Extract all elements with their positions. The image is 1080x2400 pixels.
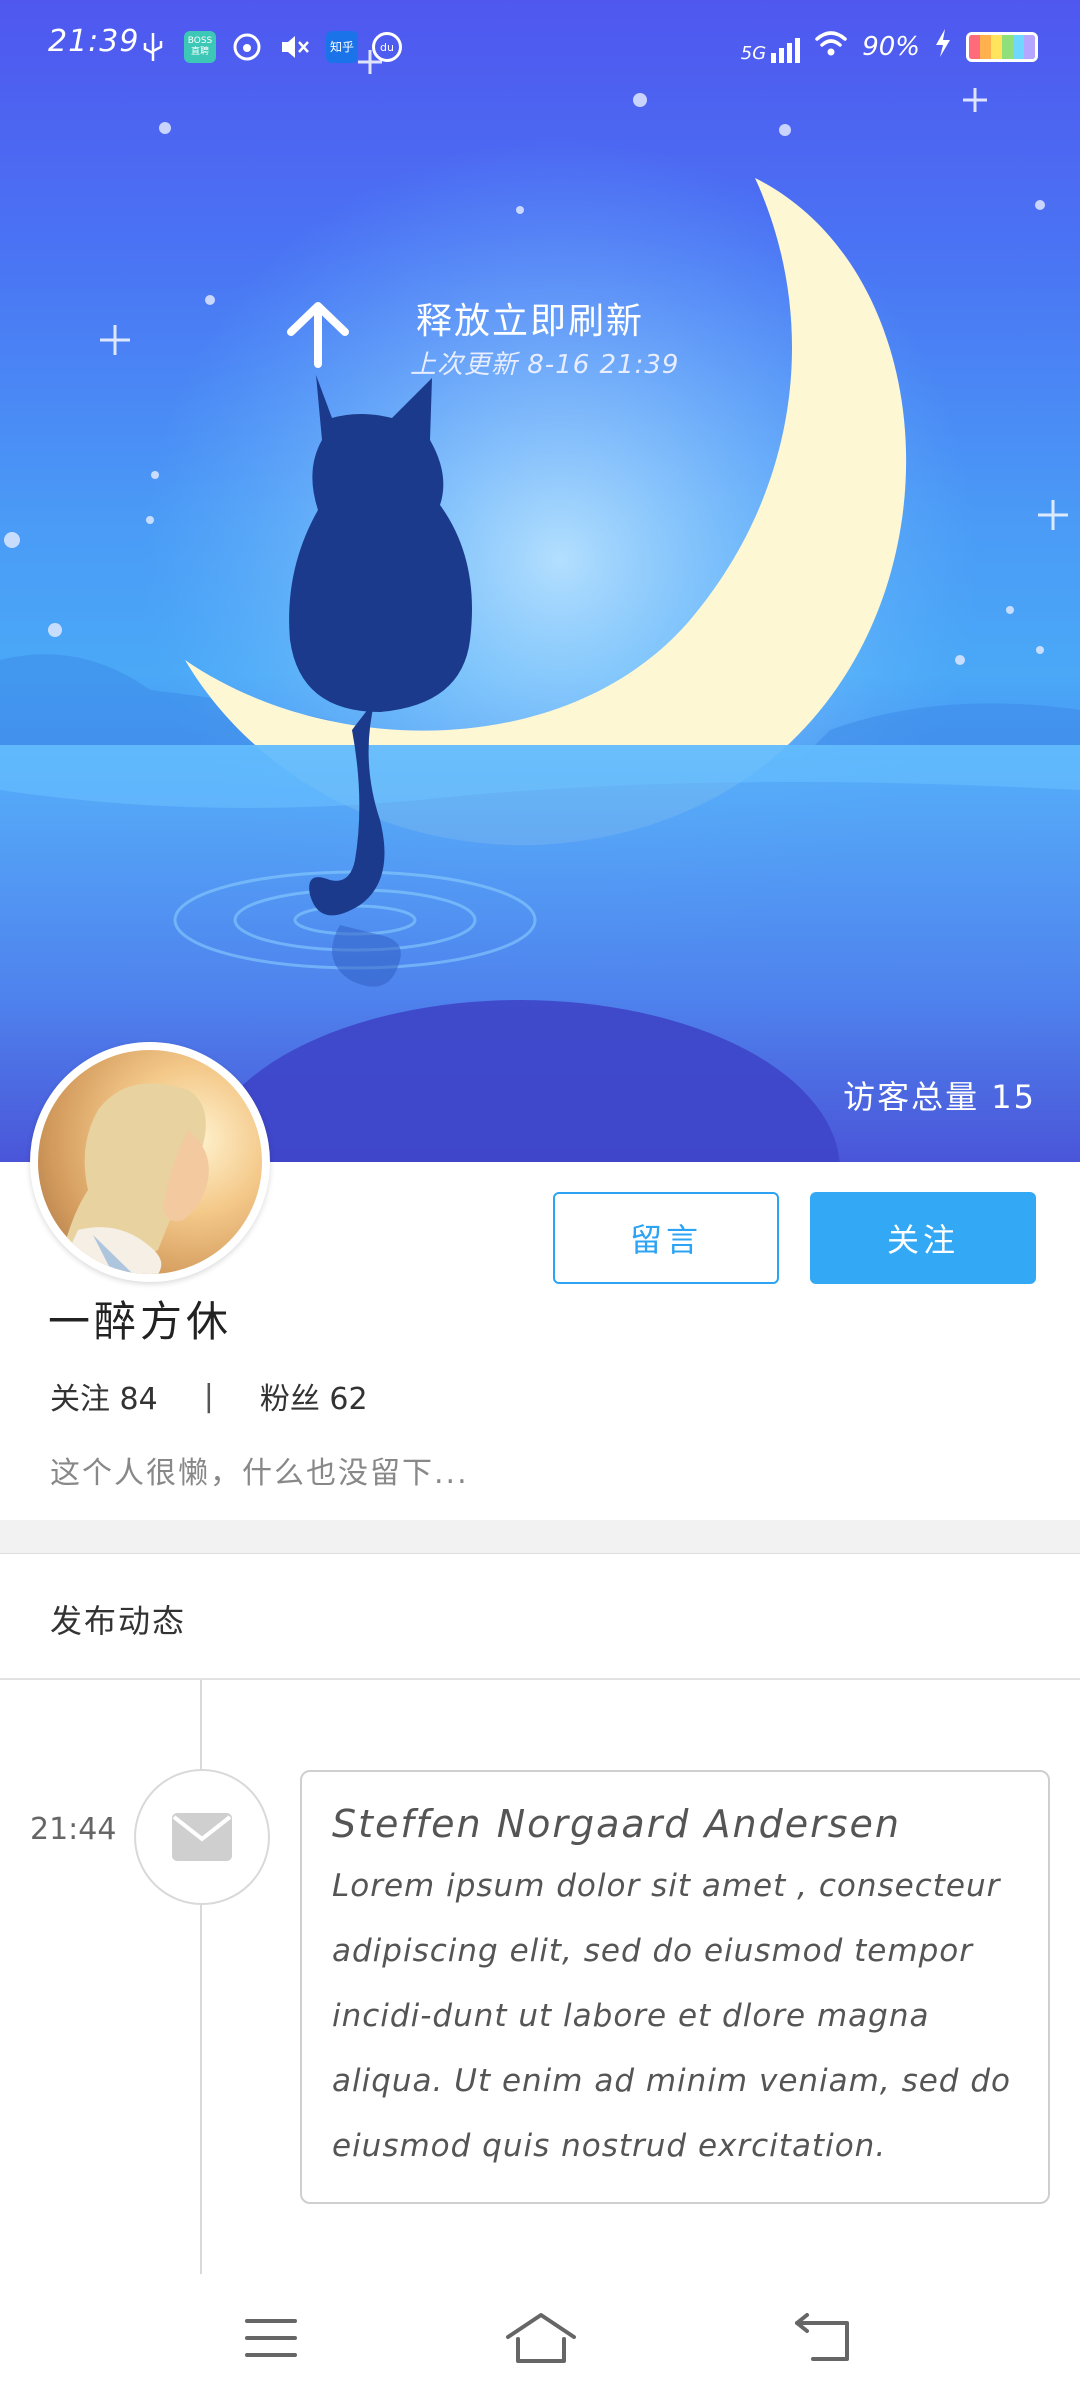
card-body: Lorem ipsum dolor sit amet , consecteur … [332, 1868, 1011, 2164]
zhihu-app-icon: 知乎 [326, 31, 358, 63]
timeline-time: 21:44 [30, 1812, 117, 1847]
netease-music-icon [230, 30, 264, 64]
refresh-title: 释放立即刷新 [416, 301, 645, 342]
menu-icon[interactable] [226, 2300, 316, 2376]
refresh-timestamp: 上次更新 8-16 21:39 [410, 350, 680, 380]
timeline-node [134, 1769, 270, 1905]
followers-count[interactable]: 粉丝 62 [260, 1374, 368, 1418]
mail-icon [172, 1813, 232, 1861]
home-icon[interactable] [496, 2300, 586, 2376]
follow-button[interactable]: 关注 [810, 1192, 1036, 1284]
avatar[interactable] [30, 1042, 270, 1282]
timeline-card[interactable]: Steffen Norgaard Andersen Lorem ipsum do… [300, 1770, 1050, 2204]
arrow-up-icon [285, 300, 351, 374]
charging-icon [934, 28, 952, 65]
card-title: Steffen Norgaard Andersen [332, 1802, 901, 1846]
profile-banner: 21:39 BOSS 直聘 知乎 du 5G 90% 释放立即刷新 上次更新 8… [0, 0, 1080, 1162]
signal-icon: 5G [741, 31, 801, 63]
visitor-count: 访客总量 15 [843, 1078, 1036, 1116]
profile-screen: 21:39 BOSS 直聘 知乎 du 5G 90% 释放立即刷新 上次更新 8… [0, 0, 1080, 2400]
notification-icons: BOSS 直聘 知乎 du [136, 30, 402, 64]
moon-cat-illustration [0, 50, 1080, 1162]
wifi-icon [814, 29, 848, 64]
posts-section-title: 发布动态 [50, 1602, 187, 1640]
follow-stats: 关注 84 | 粉丝 62 [50, 1374, 368, 1418]
avatar-photo [38, 1050, 262, 1274]
boss-app-icon: BOSS 直聘 [184, 31, 216, 63]
status-right: 5G 90% [741, 28, 1038, 65]
leave-message-button[interactable]: 留言 [553, 1192, 779, 1284]
battery-icon [966, 31, 1038, 62]
username: 一醉方休 [48, 1297, 233, 1346]
status-bar: 21:39 BOSS 直聘 知乎 du 5G 90% [0, 0, 1080, 100]
user-bio: 这个人很懒，什么也没留下... [50, 1456, 469, 1491]
stats-separator: | [203, 1378, 214, 1414]
divider [0, 1678, 1080, 1680]
section-divider [0, 1520, 1080, 1554]
map-pin-icon: du [372, 32, 402, 62]
mute-icon [278, 30, 312, 64]
status-time: 21:39 [48, 24, 140, 59]
back-icon[interactable] [778, 2300, 868, 2376]
system-nav-bar [0, 2278, 1080, 2400]
usb-icon [136, 30, 170, 64]
following-count[interactable]: 关注 84 [50, 1374, 158, 1418]
battery-percent: 90% [862, 31, 920, 62]
